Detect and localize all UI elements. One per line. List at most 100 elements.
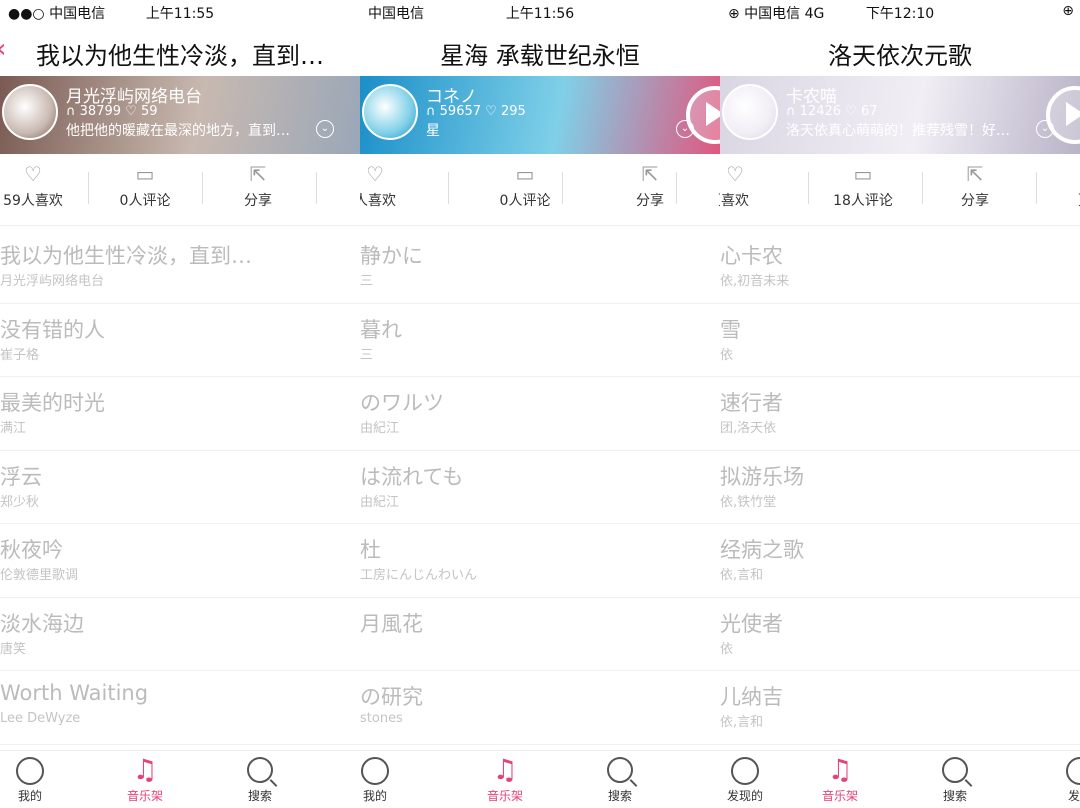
playlist-stats: ∩ 59657 ♡ 295: [426, 104, 526, 119]
status-bar: ⊕ 中国电信 4G 下午12:10 ⊕: [720, 0, 1080, 24]
action-comment-button[interactable]: ▭ 0人评论: [480, 160, 570, 210]
clock: 上午11:56: [505, 6, 575, 22]
list-item[interactable]: 光使者 依: [720, 598, 1080, 671]
song-artist: 依,铁竹堂: [720, 494, 777, 510]
song-artist: 郑少秋: [0, 494, 40, 510]
song-title: 心卡农: [720, 244, 783, 268]
divider: [808, 172, 809, 204]
status-bar: 中国电信 上午11:56: [360, 0, 720, 24]
song-artist: 伦敦德里歌调: [0, 568, 79, 583]
tab-bar: 我的 ♫ 音乐架 搜索: [0, 750, 360, 808]
list-item[interactable]: 拟游乐场 依,铁竹堂: [720, 451, 1080, 524]
tab-label: 我的: [362, 789, 387, 803]
song-title: 暮れ: [360, 317, 402, 342]
action-bar: ♡ 人喜欢 ▭ 0人评论 ⇱ 分享 ⊞ 更多: [360, 160, 720, 226]
like-count: 295: [500, 104, 526, 119]
tab-search[interactable]: 搜索: [225, 753, 295, 804]
list-item[interactable]: の研究 stones: [360, 671, 720, 745]
tab-music-note[interactable]: ♫ 音乐架: [110, 753, 180, 804]
heart-icon: ♡: [845, 104, 861, 119]
divider: [316, 172, 317, 204]
tab-search[interactable]: 搜索: [920, 753, 990, 804]
nav-bar: 洛天依次元歌: [720, 28, 1080, 72]
action-more-button[interactable]: ⊞ 更多: [1047, 160, 1080, 210]
list-item[interactable]: 速行者 团,洛天依: [720, 377, 1080, 451]
song-title: 淡水海边: [0, 611, 84, 636]
search-icon: [942, 757, 968, 783]
tab-music-note[interactable]: ♫ 音乐架: [805, 753, 875, 804]
playlist-description: 他把他的暖藏在最深的地方，直到…: [66, 123, 290, 139]
action-comment-button[interactable]: ▭ 18人评论: [818, 160, 908, 210]
list-item[interactable]: は流れても 由紀江: [360, 451, 720, 524]
action-label: 人喜欢: [360, 193, 396, 209]
avatar[interactable]: [362, 84, 418, 140]
song-title: 速行者: [720, 391, 783, 415]
action-heart-button[interactable]: ♡ 人喜欢: [360, 160, 420, 210]
list-item[interactable]: 雪 依: [720, 304, 1080, 377]
headphones-icon: [361, 757, 389, 785]
action-heart-button[interactable]: ♡ 59人喜欢: [0, 160, 78, 210]
tab-label: 发现的: [726, 789, 763, 803]
song-title: 我以为他生性冷淡，直到…: [0, 244, 252, 268]
song-artist: 满江: [0, 421, 27, 436]
action-share-button[interactable]: ⇱ 分享: [213, 160, 303, 210]
listen-count: 38799: [79, 104, 122, 119]
action-bar: ♡ 喜欢 ▭ 18人评论 ⇱ 分享 ⊞ 更多: [720, 160, 1080, 226]
song-artist: 三: [360, 347, 374, 363]
playlist-banner[interactable]: コネノ ∩ 59657 ♡ 295 星 ⌄: [360, 76, 720, 154]
list-item[interactable]: 杜 工房にんじんわいん: [360, 524, 720, 598]
action-more-button[interactable]: ⊞ 更多: [687, 160, 720, 210]
comment-icon: ▭: [515, 162, 535, 186]
tab-compass[interactable]: 发现: [1045, 753, 1080, 804]
action-share-button[interactable]: ⇱ 分享: [605, 160, 695, 210]
tab-search[interactable]: 搜索: [585, 753, 655, 804]
music-note-icon: ♫: [132, 753, 158, 786]
headphones-icon: ∩: [786, 104, 796, 119]
song-title: 雪: [720, 317, 741, 342]
list-item[interactable]: 经病之歌 依,言和: [720, 524, 1080, 598]
playlist-banner[interactable]: 月光浮屿网络电台 ∩ 38799 ♡ 59 他把他的暖藏在最深的地方，直到… ⌄: [0, 76, 360, 154]
playlist-banner[interactable]: 卡农喵 ∩ 12426 ♡ 67 洛天依真心萌萌的！推荐残雪！好… ⌄: [720, 76, 1080, 154]
action-comment-button[interactable]: ▭ 0人评论: [100, 160, 190, 210]
list-item[interactable]: のワルツ 由紀江: [360, 377, 720, 451]
list-item[interactable]: 我以为他生性冷淡，直到… 月光浮屿网络电台: [0, 230, 360, 304]
tab-compass[interactable]: 发现的: [720, 753, 780, 804]
chevron-down-icon[interactable]: ⌄: [316, 120, 334, 138]
song-title: 光使者: [720, 611, 783, 636]
list-item[interactable]: 淡水海边 唐笑: [0, 598, 360, 671]
list-item[interactable]: 最美的时光 满江: [0, 377, 360, 451]
list-item[interactable]: 秋夜吟 伦敦德里歌调: [0, 524, 360, 598]
tab-headphones[interactable]: 我的: [360, 753, 410, 804]
action-heart-button[interactable]: ♡ 喜欢: [720, 160, 780, 210]
tab-headphones[interactable]: 我的: [0, 753, 65, 804]
comment-icon: ▭: [135, 162, 155, 186]
list-item[interactable]: 没有错的人 崔子格: [0, 304, 360, 377]
song-artist: 由紀江: [360, 494, 400, 510]
list-item[interactable]: 暮れ 三: [360, 304, 720, 377]
action-share-button[interactable]: ⇱ 分享: [930, 160, 1020, 210]
tab-label: 音乐架: [821, 789, 858, 803]
song-artist: 崔子格: [0, 347, 40, 363]
tab-label: 音乐架: [486, 789, 523, 803]
list-item[interactable]: 浮云 郑少秋: [0, 451, 360, 524]
tab-music-note[interactable]: ♫ 音乐架: [470, 753, 540, 804]
headphones-icon: ∩: [66, 104, 76, 119]
list-item[interactable]: 儿纳吉 依,言和: [720, 671, 1080, 745]
avatar[interactable]: [2, 84, 58, 140]
list-item[interactable]: 月風花: [360, 598, 720, 671]
list-item[interactable]: Worth Waiting Lee DeWyze: [0, 671, 360, 745]
compass-icon: [1066, 757, 1080, 785]
song-artist: 依,言和: [720, 715, 764, 730]
tab-label: 我的: [17, 789, 42, 803]
song-artist: 由紀江: [360, 421, 400, 436]
avatar[interactable]: [722, 84, 778, 140]
list-item[interactable]: 心卡农 依,初音未来: [720, 230, 1080, 304]
song-artist: 团,洛天依: [720, 421, 777, 436]
song-list: 我以为他生性冷淡，直到… 月光浮屿网络电台 没有错的人 崔子格 最美的时光 满江…: [0, 230, 360, 745]
list-item[interactable]: 静かに 三: [360, 230, 720, 304]
tab-label: 音乐架: [126, 789, 163, 803]
listen-count: 12426: [799, 104, 842, 119]
app-screen-1: ●●○ 中国电信 上午11:55 ‹ 我以为他生性冷淡，直到… 月光浮屿网络电台…: [0, 0, 360, 808]
clock: 下午12:10: [865, 6, 935, 22]
share-icon: ⇱: [249, 162, 267, 186]
